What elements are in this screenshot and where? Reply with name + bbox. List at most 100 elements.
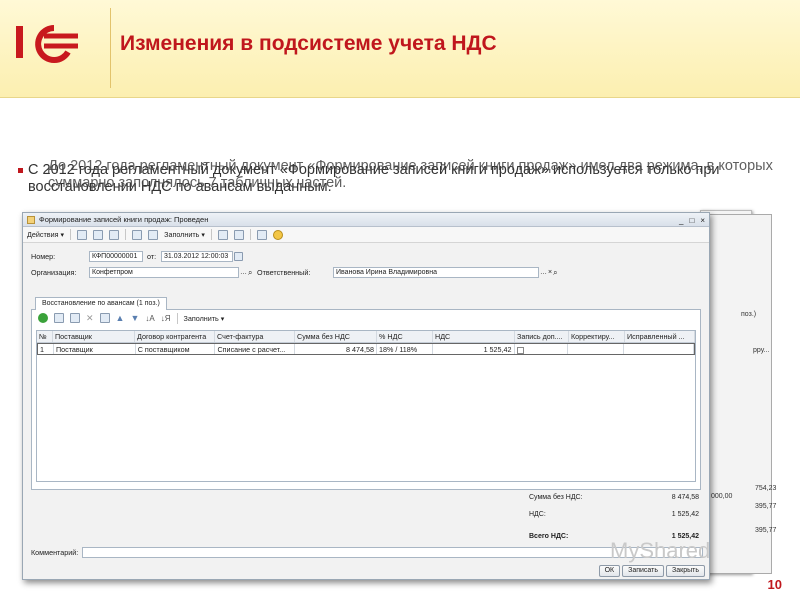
col-header[interactable]: № [37, 331, 53, 342]
table-row[interactable]: 1 Поставщик С поставщиком Списание с рас… [37, 343, 695, 355]
number-field[interactable]: КФП00000001 [89, 251, 143, 262]
table-toolbar: ✕ ▲ ▼ ↓A ↓Я Заполнить ▾ [32, 310, 700, 326]
cell[interactable]: 18% / 118% [377, 344, 433, 354]
cell[interactable] [568, 344, 625, 354]
dt-kt-icon[interactable] [218, 229, 229, 240]
total-label: Всего НДС: [529, 533, 569, 540]
minimize-icon[interactable]: _ [679, 214, 683, 228]
save-icon[interactable] [93, 229, 104, 240]
copy-icon[interactable] [132, 229, 143, 240]
comment-label: Комментарий: [31, 548, 79, 557]
slide-body: С 2012 года регламентный документ «Форми… [18, 158, 773, 196]
side-value: 754,23 [755, 485, 777, 492]
watermark: MyShared [610, 538, 711, 563]
move-down-icon[interactable]: ▼ [130, 313, 139, 323]
document-icon [27, 216, 35, 224]
toolbar-separator [125, 229, 127, 240]
clear-icon[interactable]: × [548, 269, 552, 276]
vat-label: НДС: [529, 511, 546, 518]
comment-row: Комментарий: [31, 547, 703, 558]
add-row-icon[interactable] [38, 313, 48, 323]
total-vat-row: НДС: 1 525,42 [529, 511, 699, 518]
col-header[interactable]: Корректиру... [569, 331, 625, 342]
move-up-icon[interactable]: ▲ [116, 313, 125, 323]
table-header: № Поставщик Договор контрагента Счет-фак… [37, 331, 695, 343]
col-header[interactable]: Запись доп.... [515, 331, 569, 342]
toolbar-separator [211, 229, 213, 240]
tab-panel: ✕ ▲ ▼ ↓A ↓Я Заполнить ▾ № Поставщик Дого… [31, 310, 701, 490]
search-icon[interactable]: ⌕ [553, 268, 557, 278]
close-button[interactable]: Закрыть [666, 565, 705, 577]
actions-menu[interactable]: Действия ▾ [27, 230, 64, 239]
vat-value: 1 525,42 [671, 511, 699, 518]
delete-row-icon[interactable]: ✕ [86, 313, 94, 324]
col-header[interactable]: Счет-фактура [215, 331, 295, 342]
toolbar-separator [70, 229, 72, 240]
table-fill-menu[interactable]: Заполнить ▾ [184, 314, 225, 323]
search-icon[interactable]: ⌕ [248, 268, 252, 278]
bullet-icon [18, 168, 23, 173]
structure-icon[interactable] [148, 229, 159, 240]
organization-field[interactable]: Конфетпром [89, 267, 239, 278]
tab-advance-restoration[interactable]: Восстановление по авансам (1 поз.) [35, 297, 167, 310]
edit-row-icon[interactable] [70, 313, 80, 323]
checkbox[interactable] [516, 346, 524, 354]
cell[interactable] [624, 344, 694, 354]
window-title: Формирование записей книги продаж: Прове… [39, 215, 209, 224]
sum-label: Сумма без НДС: [529, 494, 583, 501]
help-icon[interactable] [273, 229, 284, 240]
save-button[interactable]: Записать [622, 565, 665, 577]
1c-logo [14, 20, 94, 64]
select-ellipsis-icon[interactable]: … [240, 269, 247, 276]
cell[interactable]: С поставщиком [136, 344, 216, 354]
slide-title: Изменения в подсистеме учета НДС [120, 32, 497, 55]
cell-checkbox[interactable] [515, 344, 569, 354]
organization-label: Организация: [31, 268, 77, 277]
select-ellipsis-icon[interactable]: … [540, 269, 547, 276]
side-col: рру... [753, 347, 770, 354]
cell[interactable]: 1 [38, 344, 54, 354]
side-value: 000,00 [711, 493, 733, 500]
col-header[interactable]: % НДС [377, 331, 433, 342]
cell[interactable]: Списание с расчет... [215, 344, 296, 354]
sort-asc-icon[interactable]: ↓A [145, 314, 154, 323]
header-divider [110, 8, 111, 88]
close-icon[interactable]: × [700, 214, 705, 228]
copy-row-icon[interactable] [54, 313, 64, 323]
col-header[interactable]: Договор контрагента [135, 331, 215, 342]
responsible-label: Ответственный: [257, 268, 311, 277]
calendar-icon[interactable] [234, 252, 243, 261]
side-value: 395,77 [755, 503, 777, 510]
main-toolbar: Действия ▾ Заполнить ▾ [23, 227, 709, 243]
col-header[interactable]: Сумма без НДС [295, 331, 377, 342]
print-icon[interactable] [234, 229, 245, 240]
cell[interactable]: Поставщик [54, 344, 136, 354]
list-icon[interactable] [257, 229, 268, 240]
number-label: Номер: [31, 252, 56, 261]
sort-desc-icon[interactable]: ↓Я [161, 314, 171, 323]
number-row: Номер: КФП00000001 от: 31.03.2012 12:00:… [31, 251, 243, 262]
toolbar-separator [176, 312, 178, 324]
col-header[interactable]: Поставщик [53, 331, 135, 342]
fill-menu[interactable]: Заполнить ▾ [164, 230, 205, 239]
background-window-2: поз.) рру... 754,23 000,00 395,77 395,77 [700, 214, 776, 574]
total-sum-row: Сумма без НДС: 8 474,58 [529, 494, 699, 501]
tab-bar: Восстановление по авансам (1 поз.) [31, 297, 701, 310]
date-field[interactable]: 31.03.2012 12:00:03 [161, 251, 233, 262]
side-value: 395,77 [755, 527, 777, 534]
data-table: № Поставщик Договор контрагента Счет-фак… [36, 330, 696, 482]
refresh-icon[interactable] [109, 229, 120, 240]
window-controls: _ □ × [679, 214, 705, 228]
end-edit-icon[interactable] [99, 313, 110, 323]
cell[interactable]: 1 525,42 [433, 344, 515, 354]
col-header[interactable]: НДС [433, 331, 515, 342]
cell[interactable]: 8 474,58 [295, 344, 377, 354]
responsible-field[interactable]: Иванова Ирина Владимировна [333, 267, 539, 278]
col-header[interactable]: Исправленный ... [625, 331, 695, 342]
post-icon[interactable] [77, 229, 88, 240]
ok-button[interactable]: ОК [598, 565, 621, 577]
sum-value: 8 474,58 [671, 494, 699, 501]
maximize-icon[interactable]: □ [689, 214, 694, 228]
toolbar-separator [250, 229, 252, 240]
organization-row: Организация: Конфетпром … ⌕ [31, 267, 252, 278]
